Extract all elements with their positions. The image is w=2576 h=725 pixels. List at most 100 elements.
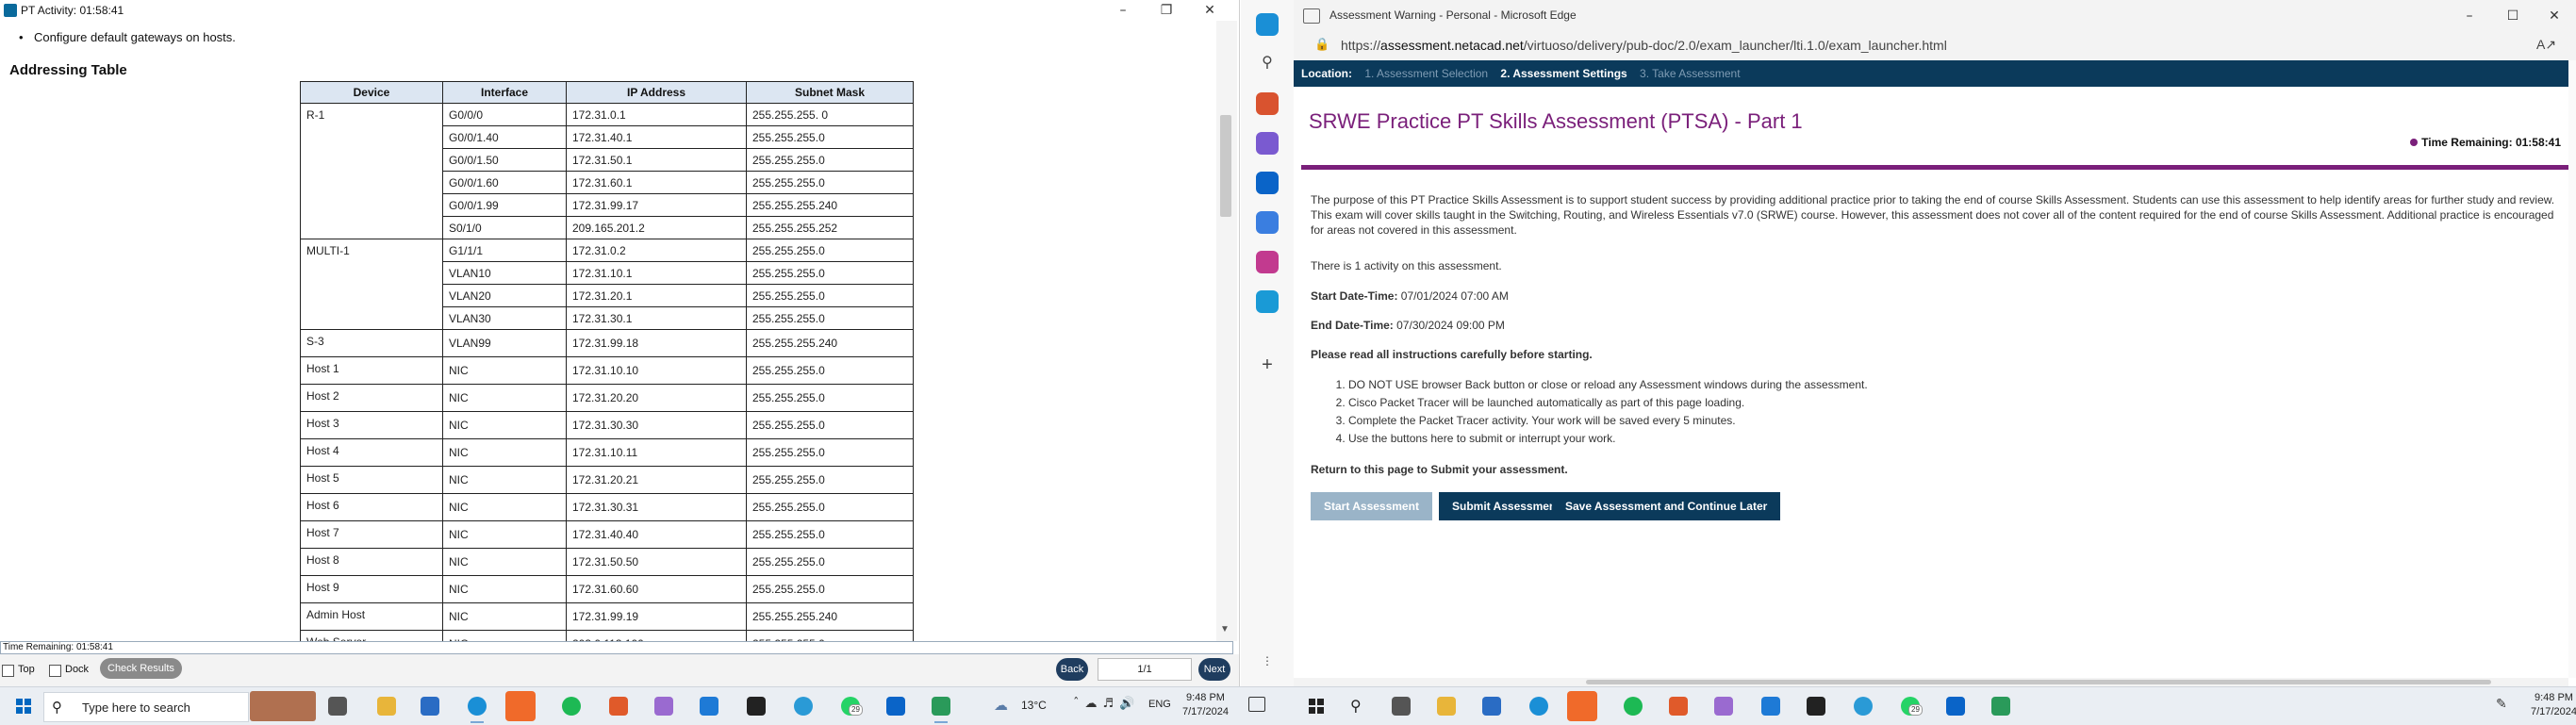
telegram-icon[interactable] <box>794 697 813 716</box>
games-icon[interactable] <box>1256 132 1279 155</box>
mail-icon[interactable] <box>421 697 439 716</box>
taskbar-search-box[interactable]: ⚲ Type here to search <box>43 692 249 722</box>
cell-interface: G0/0/0 <box>442 103 567 126</box>
vscode-icon[interactable] <box>700 697 718 716</box>
m365-icon[interactable] <box>1256 211 1279 234</box>
send-icon[interactable] <box>1256 290 1279 313</box>
windows-start-icon[interactable] <box>1309 699 1324 714</box>
cell-interface: NIC <box>442 602 567 631</box>
taskbar-clock[interactable]: 9:48 PM 7/17/2024 <box>1182 691 1229 719</box>
app-icon[interactable] <box>609 697 628 716</box>
vertical-scrollbar[interactable] <box>1216 21 1237 641</box>
edge-icon[interactable] <box>468 697 487 716</box>
close-icon[interactable]: ✕ <box>1188 0 1231 21</box>
task-view-icon[interactable] <box>328 697 347 716</box>
minimize-icon[interactable]: – <box>2448 6 2491 26</box>
add-icon[interactable]: + <box>1256 354 1279 377</box>
table-row: S-3 VLAN99 172.31.99.18 255.255.255.240 <box>300 329 914 357</box>
copilot-icon[interactable] <box>1256 13 1279 36</box>
clock-icon <box>2410 139 2419 146</box>
designer-icon[interactable] <box>1256 251 1279 273</box>
shopping-icon[interactable] <box>1256 92 1279 115</box>
language-indicator[interactable]: ENG <box>1148 699 1171 710</box>
packet-tracer-icon[interactable] <box>932 697 950 716</box>
search-icon[interactable]: ⚲ <box>1350 697 1369 716</box>
edge-titlebar: Assessment Warning - Personal - Microsof… <box>1294 0 2576 32</box>
pen-tray-icon[interactable]: ✎ <box>2496 697 2507 712</box>
windows-start-icon[interactable] <box>16 699 31 714</box>
weather-temperature[interactable]: 13°C <box>1021 699 1047 712</box>
outlook-icon[interactable] <box>1256 172 1279 194</box>
sourcetree-icon[interactable] <box>1714 697 1733 716</box>
file-explorer-icon[interactable] <box>377 697 396 716</box>
scrollbar-thumb[interactable] <box>1220 115 1231 217</box>
file-explorer-icon[interactable] <box>1437 697 1456 716</box>
edge-window-title: Assessment Warning - Personal - Microsof… <box>1329 8 1577 22</box>
app-icon[interactable] <box>1669 697 1688 716</box>
scroll-down-arrow-icon[interactable]: ▼ <box>1220 624 1230 634</box>
taskbar-clock[interactable]: 9:48 PM 7/17/2024 <box>2531 691 2576 719</box>
cell-ip-address: 172.31.40.40 <box>566 520 747 549</box>
terminal-icon[interactable] <box>1807 697 1825 716</box>
spotify-icon[interactable] <box>562 697 581 716</box>
time-remaining-status: Time Remaining: 01:58:41 <box>0 641 1233 654</box>
step-assessment-selection: 1. Assessment Selection <box>1364 67 1489 80</box>
outlook-icon[interactable] <box>1946 697 1965 716</box>
search-highlight-image[interactable] <box>250 691 316 721</box>
table-header-row: Device Interface IP Address Subnet Mask <box>300 81 914 104</box>
vertical-scrollbar[interactable] <box>2568 60 2576 678</box>
start-assessment-button[interactable]: Start Assessment <box>1311 492 1432 520</box>
next-button[interactable]: Next <box>1198 658 1230 681</box>
top-checkbox[interactable] <box>2 665 14 677</box>
edge-icon[interactable] <box>1529 697 1548 716</box>
save-assessment-button[interactable]: Save Assessment and Continue Later <box>1552 492 1781 520</box>
minimize-icon[interactable]: – <box>1101 0 1145 21</box>
page-indicator[interactable]: 1/1 <box>1098 658 1192 681</box>
cell-ip-address: 172.31.30.1 <box>566 306 747 330</box>
spotify-icon[interactable] <box>1624 697 1643 716</box>
mail-icon[interactable] <box>1482 697 1501 716</box>
url-prefix: https:// <box>1341 38 1381 53</box>
terminal-icon[interactable] <box>747 697 766 716</box>
packet-tracer-icon[interactable] <box>1991 697 2010 716</box>
vscode-icon[interactable] <box>1761 697 1780 716</box>
restore-icon[interactable]: ❐ <box>1145 0 1188 21</box>
taskbar-left: ⚲ Type here to search 29 ☁ 13°C ˆ☁♬🔊 ENG… <box>0 686 1294 725</box>
opera-icon[interactable] <box>505 691 536 721</box>
address-bar[interactable]: 🔒 https://assessment.netacad.net/virtuos… <box>1294 32 2576 60</box>
cell-subnet-mask: 255.255.255.240 <box>746 193 914 217</box>
end-value: 07/30/2024 09:00 PM <box>1393 319 1505 332</box>
horizontal-scrollbar-thumb[interactable] <box>1586 680 2491 684</box>
exam-title: SRWE Practice PT Skills Assessment (PTSA… <box>1309 109 1803 133</box>
cell-ip-address: 172.31.99.19 <box>566 602 747 631</box>
sourcetree-icon[interactable] <box>654 697 673 716</box>
cell-device: R-1 <box>300 103 443 239</box>
table-row: Host 9 NIC 172.31.60.60 255.255.255.0 <box>300 575 914 603</box>
table-row: Admin Host NIC 172.31.99.19 255.255.255.240 <box>300 602 914 631</box>
opera-icon[interactable] <box>1567 691 1597 721</box>
cell-ip-address: 172.31.99.17 <box>566 193 747 217</box>
cell-subnet-mask: 255.255.255.0 <box>746 125 914 149</box>
check-results-button[interactable]: Check Results <box>100 658 182 679</box>
maximize-icon[interactable]: ☐ <box>2491 6 2535 26</box>
back-button[interactable]: Back <box>1056 658 1088 681</box>
weather-cloud-icon[interactable]: ☁ <box>994 697 1008 714</box>
task-view-icon[interactable] <box>1392 697 1411 716</box>
col-ip-address: IP Address <box>566 81 747 104</box>
outlook-icon[interactable] <box>886 697 905 716</box>
close-icon[interactable]: ✕ <box>2533 6 2576 26</box>
system-tray-icons[interactable]: ˆ☁♬🔊 <box>1073 697 1140 711</box>
dock-checkbox[interactable] <box>49 665 61 677</box>
table-row: MULTI-1 G1/1/1 172.31.0.2 255.255.255.0 <box>300 239 914 330</box>
notification-icon[interactable] <box>1248 697 1265 712</box>
search-icon[interactable]: ⚲ <box>1256 53 1279 75</box>
telegram-icon[interactable] <box>1854 697 1873 716</box>
read-aloud-icon[interactable]: A↗ <box>2536 37 2556 53</box>
active-indicator <box>471 721 484 723</box>
table-row: Host 8 NIC 172.31.50.50 255.255.255.0 <box>300 548 914 576</box>
url-text[interactable]: https://assessment.netacad.net/virtuoso/… <box>1341 38 1947 53</box>
cell-subnet-mask: 255.255.255.0 <box>746 466 914 494</box>
lock-icon[interactable]: 🔒 <box>1314 38 1329 52</box>
more-options-icon[interactable]: ⋮ <box>1256 654 1279 677</box>
packet-tracer-icon <box>4 4 17 17</box>
